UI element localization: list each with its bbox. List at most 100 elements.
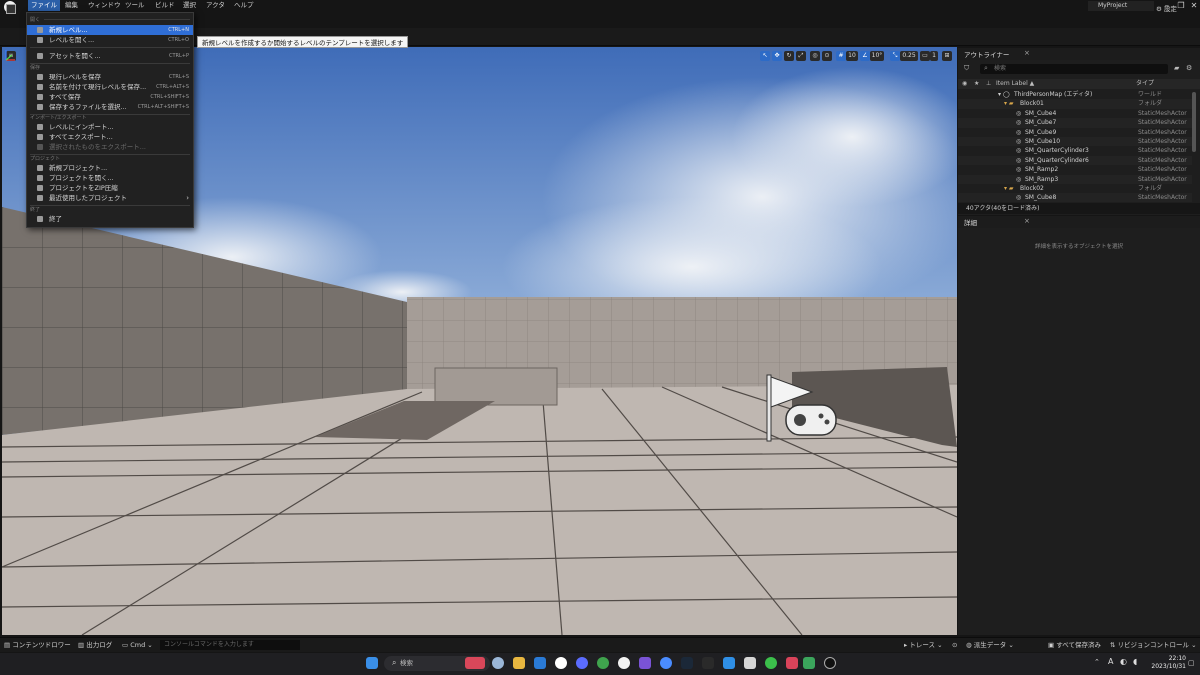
menu-item-exit[interactable]: 終了	[27, 214, 193, 224]
select-mode-icon[interactable]: ↖	[760, 51, 770, 61]
column-type[interactable]: タイプ	[1136, 79, 1154, 89]
rotate-icon[interactable]: ↻	[784, 51, 794, 61]
menu-item-zip-project[interactable]: プロジェクトをZIP圧縮	[27, 183, 193, 193]
derived-data-button[interactable]: ◍ 派生データ ⌄	[966, 640, 1014, 650]
music-app-icon[interactable]	[576, 657, 588, 669]
app-icon[interactable]	[803, 657, 815, 669]
menu-edit[interactable]: 編集	[62, 0, 81, 11]
console-command-input[interactable]: コンソールコマンドを入力します	[160, 640, 300, 650]
outliner-row[interactable]: ◎ SM_Ramp2 StaticMeshActor	[958, 165, 1192, 174]
details-tab[interactable]: 詳細 ×	[958, 216, 1200, 228]
folder-add-icon[interactable]: ▰	[1174, 64, 1179, 72]
viewport-layout-icon[interactable]: ⊞	[942, 51, 952, 61]
outliner-row[interactable]: ◎ SM_Cube10 StaticMeshActor	[958, 137, 1192, 147]
translate-icon[interactable]: ✥	[772, 51, 782, 61]
surface-snap-icon[interactable]: ⊙	[822, 51, 832, 61]
menu-item-recent-projects[interactable]: 最近使用したプロジェクト ›	[27, 193, 193, 203]
clock-date[interactable]: 2023/10/31	[1146, 663, 1186, 670]
outliner-search-input[interactable]: 検索	[980, 64, 1168, 74]
outliner-row[interactable]: ◎ SM_Cube8 StaticMeshActor	[958, 193, 1192, 203]
menu-item-save-level[interactable]: 現行レベルを保存 CTRL+S	[27, 72, 193, 82]
close-icon[interactable]: ×	[1024, 217, 1030, 225]
chevron-up-icon[interactable]: ⌃	[1094, 658, 1100, 666]
outliner-row[interactable]: ◎ SM_QuarterCylinder6 StaticMeshActor	[958, 155, 1192, 166]
app-icon[interactable]	[639, 657, 651, 669]
menu-build[interactable]: ビルド	[152, 0, 178, 11]
scale-icon[interactable]: ⤢	[796, 51, 806, 61]
menu-item-import-into-level[interactable]: レベルにインポート...	[27, 122, 193, 132]
world-local-icon[interactable]: ◎	[810, 51, 820, 61]
filter-icon[interactable]: ⛉	[964, 64, 969, 73]
column-item-label[interactable]: Item Label ▲	[996, 79, 1034, 89]
menu-file[interactable]: ファイル	[28, 0, 60, 11]
menu-help[interactable]: ヘルプ	[231, 0, 257, 11]
app-icon[interactable]	[744, 657, 756, 669]
settings-icon[interactable]: ⊙	[952, 640, 957, 650]
menu-item-open-asset[interactable]: アセットを開く... CTRL+P	[27, 51, 193, 61]
cmd-dropdown[interactable]: ▭ Cmd ⌄	[122, 640, 153, 650]
chrome-icon[interactable]	[597, 657, 609, 669]
clock-time[interactable]: 22:10	[1150, 655, 1186, 662]
store-icon[interactable]	[534, 657, 546, 669]
pin-icon[interactable]: ⊥	[986, 79, 991, 89]
network-icon[interactable]: ◐	[1120, 657, 1127, 666]
vscode-icon[interactable]	[723, 657, 735, 669]
menu-tools[interactable]: ツール	[122, 0, 148, 11]
settings-icon[interactable]: ⚙	[1186, 64, 1192, 72]
outliner-row[interactable]: ◎ SM_QuarterCylinder3 StaticMeshActor	[958, 146, 1192, 155]
file-explorer-icon[interactable]	[513, 657, 525, 669]
notification-icon[interactable]: ▢	[1188, 659, 1195, 667]
outliner-row[interactable]: ◎ SM_Cube9 StaticMeshActor	[958, 128, 1192, 137]
outliner-row[interactable]: ▾ ◯ ThirdPersonMap (エディタ) ワールド	[958, 90, 1192, 99]
content-drawer-button[interactable]: ▤ コンテンツドロワー	[4, 640, 71, 650]
menu-item-open-project[interactable]: プロジェクトを開く...	[27, 173, 193, 183]
trace-button[interactable]: ▸ トレース ⌄	[904, 640, 943, 650]
grid-snap-value[interactable]: 10	[846, 51, 858, 61]
close-icon[interactable]: ×	[1024, 49, 1030, 57]
scale-snap-icon[interactable]: ⤡	[890, 51, 900, 61]
unreal-taskbar-icon[interactable]	[824, 657, 836, 669]
outliner-row[interactable]: ▾ ▰ Block01 フォルダ	[958, 99, 1192, 109]
outliner-row[interactable]: ▾ ▰ Block02 フォルダ	[958, 184, 1192, 193]
menu-item-export-selected[interactable]: 選択されたものをエクスポート...	[27, 142, 193, 152]
revision-control-button[interactable]: ⇅ リビジョンコントロール ⌄	[1110, 640, 1197, 650]
outliner-scrollbar[interactable]	[1192, 92, 1196, 152]
outliner-tab[interactable]: アウトライナー ×	[958, 48, 1200, 60]
star-icon[interactable]: ★	[974, 79, 979, 89]
scale-snap-value[interactable]: 0.25	[900, 51, 918, 61]
menu-item-new-project[interactable]: 新規プロジェクト...	[27, 163, 193, 173]
output-log-button[interactable]: ▥ 出力ログ	[78, 640, 112, 650]
outliner-row[interactable]: ◎ SM_Ramp3 StaticMeshActor	[958, 174, 1192, 184]
app-icon[interactable]	[786, 657, 798, 669]
app-icon[interactable]	[660, 657, 672, 669]
eye-icon[interactable]: ◉	[962, 79, 967, 89]
rotation-snap-icon[interactable]: ∠	[860, 51, 870, 61]
settings-button[interactable]: ⚙ 設定	[1156, 3, 1177, 15]
settings-app-icon[interactable]	[492, 657, 504, 669]
outliner-row[interactable]: ◎ SM_Cube4 StaticMeshActor	[958, 109, 1192, 118]
ime-indicator[interactable]: A	[1108, 657, 1113, 666]
all-saved-button[interactable]: ▣ すべて保存済み	[1048, 640, 1101, 650]
menu-window[interactable]: ウィンドウ	[85, 0, 124, 11]
menu-item-save-all[interactable]: すべて保存 CTRL+SHIFT+S	[27, 92, 193, 102]
camera-speed-value[interactable]: 1	[930, 51, 938, 61]
camera-speed-icon[interactable]: ▭	[920, 51, 930, 61]
rotation-snap-value[interactable]: 10°	[870, 51, 884, 61]
menu-item-choose-files-to-save[interactable]: 保存するファイルを選択... CTRL+ALT+SHIFT+S	[27, 102, 193, 112]
menu-select[interactable]: 選択	[180, 0, 199, 11]
app-icon[interactable]	[765, 657, 777, 669]
app-icon[interactable]	[618, 657, 630, 669]
volume-icon[interactable]: ◖	[1133, 657, 1137, 666]
save-icon[interactable]	[6, 4, 16, 14]
windows-start-icon[interactable]	[366, 657, 378, 669]
menu-item-open-level[interactable]: レベルを開く... CTRL+O	[27, 35, 193, 45]
grid-snap-icon[interactable]: #	[836, 51, 846, 61]
menu-item-save-level-as[interactable]: 名前を付けて現行レベルを保存... CTRL+ALT+S	[27, 82, 193, 92]
chat-app-icon[interactable]	[555, 657, 567, 669]
menu-actor[interactable]: アクタ	[203, 0, 228, 11]
menu-item-export-all[interactable]: すべてエクスポート...	[27, 132, 193, 142]
menu-item-new-level[interactable]: 新規レベル... CTRL+N	[27, 25, 193, 35]
steam-icon[interactable]	[681, 657, 693, 669]
outliner-row[interactable]: ◎ SM_Cube7 StaticMeshActor	[958, 118, 1192, 128]
close-icon[interactable]: ✕	[1187, 0, 1200, 12]
